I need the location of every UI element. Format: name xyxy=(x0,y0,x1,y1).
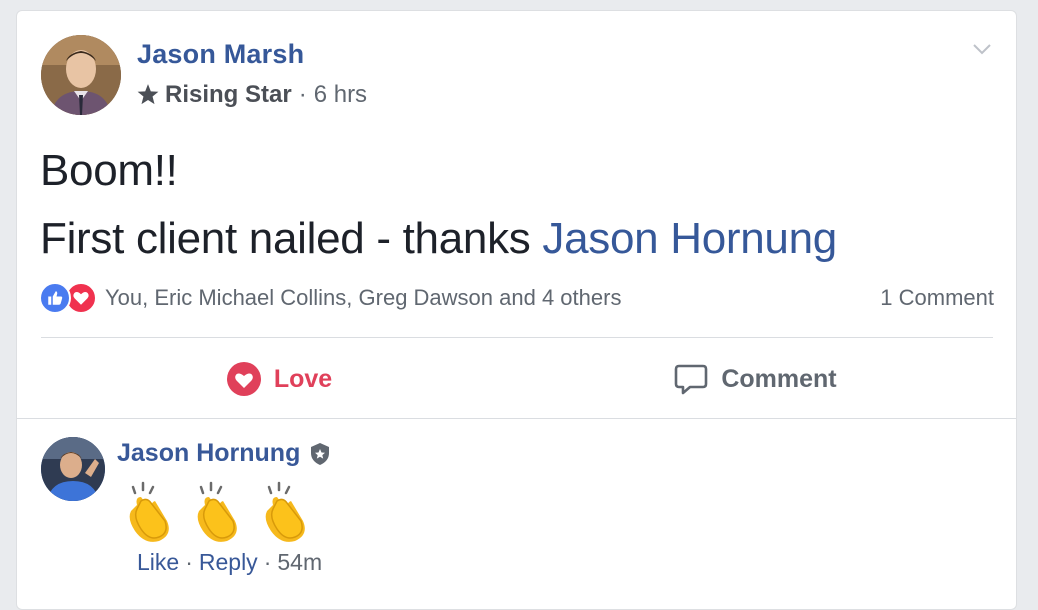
comment-timestamp[interactable]: 54m xyxy=(277,549,322,576)
clapping-hands-icon xyxy=(265,481,305,542)
comment-button-label: Comment xyxy=(721,364,837,393)
love-button-label: Love xyxy=(273,364,333,393)
post-meta: Rising Star · 6 hrs xyxy=(135,81,367,109)
love-button[interactable]: Love xyxy=(41,356,517,402)
badge-label[interactable]: Rising Star xyxy=(165,81,292,109)
post-body: Boom!! First client nailed - thanks Jaso… xyxy=(40,137,837,273)
comment-separator: · xyxy=(263,549,272,575)
post-action-bar: Love Comment xyxy=(41,356,993,402)
reactions-row: You, Eric Michael Collins, Greg Dawson a… xyxy=(39,281,994,315)
heart-icon xyxy=(226,362,261,396)
divider xyxy=(17,418,1016,419)
post-text-line2: First client nailed - thanks Jason Hornu… xyxy=(40,205,837,273)
comment-actions: Like · Reply · 54m xyxy=(137,549,322,576)
post-text-line1: Boom!! xyxy=(40,146,178,195)
speech-bubble-icon xyxy=(675,364,708,395)
meta-separator: · xyxy=(298,81,307,108)
commenter-name[interactable]: Jason Hornung xyxy=(117,439,300,468)
author-avatar[interactable] xyxy=(41,35,121,115)
post-text-prefix: First client nailed - thanks xyxy=(40,214,543,263)
commenter-avatar[interactable] xyxy=(41,437,105,501)
comment-like-link[interactable]: Like xyxy=(137,549,179,576)
chevron-down-icon[interactable] xyxy=(970,37,994,61)
post-card: Jason Marsh Rising Star · 6 hrs Boom!! F… xyxy=(16,10,1017,610)
comment-separator: · xyxy=(185,549,193,575)
reaction-icons[interactable] xyxy=(39,282,97,314)
mention-link[interactable]: Jason Hornung xyxy=(542,214,837,263)
commenter-name-row: Jason Hornung xyxy=(117,439,332,468)
comment-reply-link[interactable]: Reply xyxy=(199,549,258,576)
divider xyxy=(41,337,993,338)
clapping-hands-icon xyxy=(197,481,237,542)
comment-count-link[interactable]: 1 Comment xyxy=(880,285,994,311)
clapping-hands-icon xyxy=(129,481,169,542)
like-reaction-icon xyxy=(39,282,71,314)
author-name[interactable]: Jason Marsh xyxy=(137,39,304,70)
comment-content xyxy=(119,479,323,545)
rising-star-icon xyxy=(137,84,159,105)
reactions-summary[interactable]: You, Eric Michael Collins, Greg Dawson a… xyxy=(105,285,621,311)
comment-button[interactable]: Comment xyxy=(517,356,993,402)
shield-badge-icon[interactable] xyxy=(308,442,332,466)
post-timestamp[interactable]: 6 hrs xyxy=(314,81,367,109)
